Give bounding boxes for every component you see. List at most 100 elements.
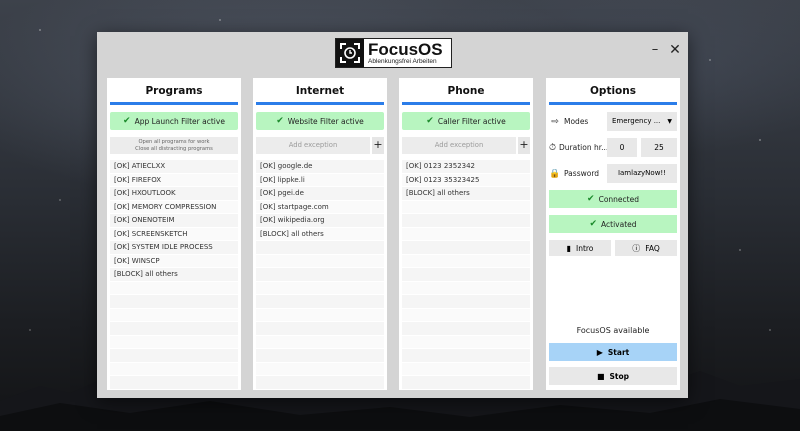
internet-add-exception-button[interactable]: + [372,137,384,154]
phone-add-exception-button[interactable]: + [518,137,530,154]
empty-row [256,335,384,349]
book-icon: ▮ [566,243,571,253]
intro-button[interactable]: ▮ Intro [549,240,611,256]
app-subtitle: Ablenkungsfrei Arbeiten [368,57,437,65]
password-label: Password [564,169,600,178]
duration-row: ⏱ Duration hr... 0 25 [549,138,677,157]
empty-row [256,349,384,363]
close-all-label: Close all distracting programs [135,146,213,152]
phone-exception-row: Add exception + [402,137,530,154]
empty-row [256,376,384,390]
list-item[interactable]: [OK] MEMORY COMPRESSION [110,200,238,214]
empty-row [402,254,530,268]
close-icon[interactable]: ✕ [667,42,683,58]
empty-row [402,214,530,228]
modes-dropdown[interactable]: Emergency ... ▼ [607,112,677,131]
options-panel: Options ⇨ Modes Emergency ... ▼ ⏱ Durati… [546,78,680,390]
list-item[interactable]: [OK] google.de [256,160,384,174]
phone-title: Phone [447,85,485,97]
empty-row [402,227,530,241]
stop-button[interactable]: ■ Stop [549,367,677,385]
duration-label: Duration hr... [559,143,607,152]
duration-hours-input[interactable]: 0 [607,138,637,157]
empty-row [256,268,384,282]
empty-row [402,308,530,322]
internet-title: Internet [295,85,345,97]
activated-button[interactable]: ✔ Activated [549,215,677,233]
empty-row [256,281,384,295]
check-icon: ✔ [276,116,284,126]
stopwatch-icon: ⏱ [549,142,557,153]
internet-panel: Internet ✔ Website Filter active Add exc… [253,78,387,390]
empty-row [110,362,238,376]
programs-title: Programs [145,85,203,97]
empty-row [110,376,238,390]
list-item[interactable]: [OK] SCREENSKETCH [110,227,238,241]
list-item[interactable]: [OK] WINSCP [110,254,238,268]
list-item[interactable]: [OK] startpage.com [256,200,384,214]
chevron-down-icon: ▼ [667,118,672,125]
empty-row [110,335,238,349]
start-button[interactable]: ▶ Start [549,343,677,361]
minimize-icon[interactable]: – [647,42,663,58]
intro-label: Intro [575,243,594,253]
empty-row [110,308,238,322]
start-label: Start [607,347,630,357]
list-item[interactable]: [OK] lippke.li [256,173,384,187]
list-item[interactable]: [OK] HXOUTLOOK [110,187,238,201]
focus-frame-icon [336,39,364,67]
phone-list: [OK] 0123 2352342 [OK] 0123 35323425 [BL… [402,160,530,390]
programs-panel: Programs ✔ App Launch Filter active Open… [107,78,241,390]
empty-row [256,362,384,376]
password-input[interactable]: IamlazyNow!! [607,164,677,183]
app-window: FocusOS Ablenkungsfrei Arbeiten – ✕ Prog… [97,32,688,398]
play-circle-icon: ▶ [596,347,603,357]
empty-row [110,295,238,309]
activated-label: Activated [601,219,637,229]
sign-in-icon: ⇨ [551,116,559,127]
internet-list: [OK] google.de [OK] lippke.li [OK] pgei.… [256,160,384,390]
list-item[interactable]: [OK] ATIECLXX [110,160,238,174]
title-bar: FocusOS Ablenkungsfrei Arbeiten – ✕ [97,32,688,72]
list-item[interactable]: [BLOCK] all others [256,227,384,241]
programs-accent-bar [110,102,238,105]
caller-filter-label: Caller Filter active [437,116,506,126]
website-filter-label: Website Filter active [287,116,364,126]
list-item[interactable]: [OK] 0123 35323425 [402,173,530,187]
list-item[interactable]: [OK] ONENOTEIM [110,214,238,228]
list-item[interactable]: [OK] wikipedia.org [256,214,384,228]
check-icon: ✔ [123,116,131,126]
website-filter-button[interactable]: ✔ Website Filter active [256,112,384,130]
empty-row [402,268,530,282]
list-item[interactable]: [OK] 0123 2352342 [402,160,530,174]
modes-row: ⇨ Modes Emergency ... ▼ [549,112,677,131]
open-close-programs-button[interactable]: Open all programs for work Close all dis… [110,137,238,154]
programs-list: [OK] ATIECLXX [OK] FIREFOX [OK] HXOUTLOO… [110,160,238,390]
list-item[interactable]: [BLOCK] all others [110,268,238,282]
connected-button[interactable]: ✔ Connected [549,190,677,208]
app-launch-filter-button[interactable]: ✔ App Launch Filter active [110,112,238,130]
empty-row [402,349,530,363]
empty-row [402,281,530,295]
empty-row [402,200,530,214]
internet-exception-input[interactable]: Add exception [256,137,370,154]
check-icon: ✔ [587,194,595,204]
modes-label: Modes [564,117,589,126]
list-item[interactable]: [OK] pgei.de [256,187,384,201]
list-item[interactable]: [OK] FIREFOX [110,173,238,187]
check-icon: ✔ [589,219,598,229]
empty-row [256,308,384,322]
empty-row [402,376,530,390]
password-row: 🔒 Password IamlazyNow!! [549,164,677,183]
caller-filter-button[interactable]: ✔ Caller Filter active [402,112,530,130]
empty-row [402,295,530,309]
duration-minutes-input[interactable]: 25 [641,138,677,157]
internet-exception-row: Add exception + [256,137,384,154]
list-item[interactable]: [BLOCK] all others [402,187,530,201]
list-item[interactable]: [OK] SYSTEM IDLE PROCESS [110,241,238,255]
phone-panel: Phone ✔ Caller Filter active Add excepti… [399,78,533,390]
faq-button[interactable]: ⓘ FAQ [615,240,677,256]
empty-row [110,322,238,336]
phone-exception-input[interactable]: Add exception [402,137,516,154]
empty-row [110,281,238,295]
